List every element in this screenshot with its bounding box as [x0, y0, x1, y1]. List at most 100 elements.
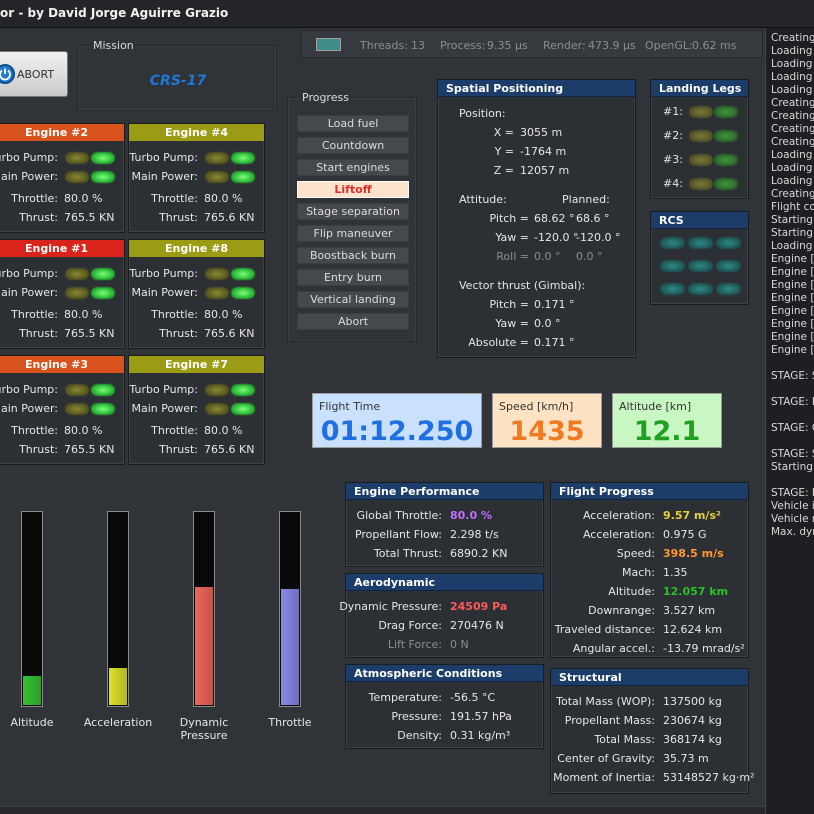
status-led-icon	[205, 171, 229, 183]
landing-legs-panel: Landing Legs #1: #2: #3: #4:	[650, 79, 749, 199]
z-value: 12057 m	[520, 164, 570, 177]
engine-performance-panel: Engine Performance Global Throttle: 80.0…	[345, 482, 544, 567]
speed-label: Speed:	[616, 547, 655, 560]
attitude-label: Attitude:	[459, 193, 507, 206]
window-title: or - by David Jorge Aguirre Grazio	[0, 6, 229, 20]
progress-step-entry-burn[interactable]: Entry burn	[297, 269, 409, 286]
landing-leg-label: #1:	[663, 105, 683, 118]
rcs-thruster-led-icon	[688, 283, 713, 295]
progress-step-vertical-landing[interactable]: Vertical landing	[297, 291, 409, 308]
log-line: Engine [	[771, 279, 814, 291]
engine-panel: Engine #7 Turbo Pump: Main Power: Throttle:…	[128, 355, 265, 465]
engine-panel: Engine #3 Turbo Pump: Main Power: Throttle:…	[0, 355, 125, 465]
engine-title: Engine #7	[129, 356, 264, 373]
engine-title: Engine #2	[0, 124, 124, 141]
status-led-icon	[205, 268, 229, 280]
propellant-flow-label: Propellant Flow:	[354, 528, 442, 541]
altitude-value: 12.057 km	[663, 585, 729, 598]
yaw-planned: -120.0 °	[576, 231, 621, 244]
engine-panel: Engine #1 Turbo Pump: Main Power: Throttle:…	[0, 239, 125, 349]
log-line: Loading A	[771, 58, 814, 70]
log-line: Creating	[771, 32, 814, 44]
log-line: Loading F	[771, 84, 814, 96]
total-mass-wop-value: 137500 kg	[663, 695, 722, 708]
log-console[interactable]: CreatingLoading SLoading ALoading ELoadi…	[765, 28, 814, 814]
drag-force-value: 270476 N	[450, 619, 504, 632]
main-power-label: Main Power:	[131, 402, 198, 415]
mach-value: 1.35	[663, 566, 688, 579]
gauge-altitude	[21, 511, 43, 707]
propellant-mass-label: Propellant Mass:	[564, 714, 655, 727]
mission-label: Mission	[91, 39, 136, 52]
gauge-fill	[23, 676, 41, 705]
log-line: Starting C	[771, 227, 814, 239]
process-label: Process:	[440, 39, 486, 52]
progress-step-liftoff[interactable]: Liftoff	[297, 181, 409, 198]
main-power-label: Main Power:	[131, 170, 198, 183]
main-power-label: Main Power:	[0, 402, 58, 415]
flight-time-value: 01:12.250	[320, 416, 474, 447]
progress-step-countdown[interactable]: Countdown	[297, 137, 409, 154]
yaw-value: -120.0 °	[534, 231, 579, 244]
density-value: 0.31 kg/m³	[450, 729, 511, 742]
progress-step-boostback-burn[interactable]: Boostback burn	[297, 247, 409, 264]
turbo-pump-label: Turbo Pump:	[129, 151, 198, 164]
abort-button[interactable]: ABORT	[0, 51, 68, 97]
center-of-gravity-value: 35.73 m	[663, 752, 709, 765]
log-line: STAGE: C	[771, 422, 814, 434]
status-led-icon	[91, 287, 115, 299]
threads-value: 13	[411, 39, 425, 52]
gauge-label: Dynamic Pressure	[179, 716, 229, 742]
progress-step-abort[interactable]: Abort	[297, 313, 409, 330]
position-label: Position:	[459, 107, 506, 120]
title-bar: or - by David Jorge Aguirre Grazio	[0, 0, 814, 28]
bottom-border	[0, 806, 765, 814]
log-line: Creating	[771, 123, 814, 135]
log-line: Loading A	[771, 149, 814, 161]
center-of-gravity-label: Center of Gravity:	[557, 752, 655, 765]
throttle-label: Throttle:	[151, 424, 198, 437]
progress-step-start-engines[interactable]: Start engines	[297, 159, 409, 176]
status-led-icon	[65, 171, 89, 183]
total-thrust-label: Total Thrust:	[373, 547, 442, 560]
gauge-throttle	[279, 511, 301, 707]
throttle-label: Throttle:	[151, 308, 198, 321]
throttle-label: Throttle:	[11, 192, 58, 205]
turbo-pump-label: Turbo Pump:	[0, 383, 58, 396]
angular-accel-label: Angular accel.:	[572, 642, 655, 655]
throttle-value: 80.0 %	[204, 192, 243, 205]
status-led-icon	[714, 178, 738, 190]
render-preview-swatch	[316, 38, 341, 51]
log-line: Engine [	[771, 344, 814, 356]
atmospheric-title: Atmospheric Conditions	[346, 665, 543, 682]
gauge-dynamic-pressure	[193, 511, 215, 707]
speed-card-value: 1435	[509, 416, 585, 447]
gauge-fill	[195, 587, 213, 705]
roll-label: Roll =	[496, 250, 529, 263]
gauge-label: Altitude	[10, 716, 54, 729]
status-led-icon	[714, 154, 738, 166]
thrust-label: Thrust:	[19, 327, 58, 340]
log-line: STAGE: S	[771, 370, 814, 382]
thrust-value: 765.5 KN	[64, 327, 115, 340]
yaw-label: Yaw =	[495, 231, 529, 244]
drag-force-label: Drag Force:	[378, 619, 442, 632]
log-line: Engine [	[771, 266, 814, 278]
status-led-icon	[205, 287, 229, 299]
progress-step-stage-separation[interactable]: Stage separation	[297, 203, 409, 220]
log-line: Engine [	[771, 253, 814, 265]
downrange-value: 3.527 km	[663, 604, 716, 617]
altitude-card-label: Altitude [km]	[619, 400, 692, 413]
status-led-icon	[91, 268, 115, 280]
log-line: Vehicle re	[771, 513, 814, 525]
opengl-label: OpenGL:	[645, 39, 693, 52]
progress-step-flip-maneuver[interactable]: Flip maneuver	[297, 225, 409, 242]
power-icon	[0, 64, 15, 84]
total-mass-wop-label: Total Mass (WOP):	[556, 695, 655, 708]
vpitch-value: 0.171 °	[534, 298, 575, 311]
progress-step-load-fuel[interactable]: Load fuel	[297, 115, 409, 132]
y-label: Y =	[494, 145, 514, 158]
log-line: Engine [	[771, 305, 814, 317]
